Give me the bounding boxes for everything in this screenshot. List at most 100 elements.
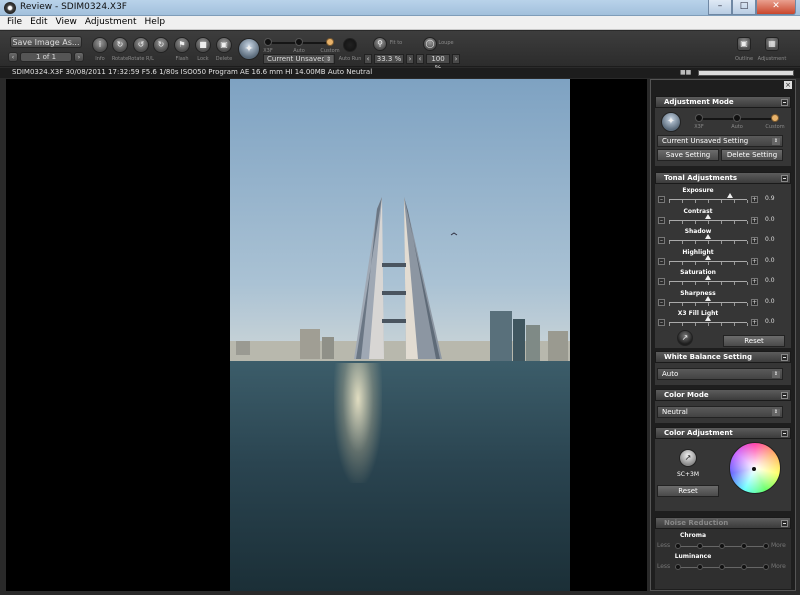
slider-thumb[interactable] [705, 234, 711, 239]
image-info-bar: SDIM0324.X3F 30/08/2011 17:32:59 F5.6 1/… [0, 68, 800, 78]
slider-increment-button[interactable]: + [751, 278, 758, 285]
noise-label: Chroma [679, 532, 707, 539]
collapse-icon[interactable] [781, 392, 788, 399]
mode-custom-dot[interactable] [326, 38, 334, 46]
slider-decrement-button[interactable]: – [658, 298, 665, 306]
slider-increment-button[interactable]: + [751, 237, 758, 244]
slider-tick [721, 241, 722, 244]
panel-mode-x3f-dot[interactable] [695, 114, 703, 122]
slider-thumb[interactable] [705, 316, 711, 321]
slider-thumb[interactable] [705, 254, 711, 260]
next-page-button[interactable]: › [74, 52, 84, 62]
auto-run-icon[interactable] [343, 38, 357, 52]
loupe-zoom-out-button[interactable]: ‹ [416, 54, 424, 64]
noise-slider-stop[interactable] [763, 564, 769, 570]
slider-thumb[interactable] [705, 295, 711, 301]
slider-decrement-button[interactable]: – [658, 257, 665, 265]
color-mode-header[interactable]: Color Mode [655, 389, 791, 401]
slider-increment-button[interactable]: + [751, 196, 758, 203]
adjustment-mode-icon[interactable]: ✦ [661, 112, 681, 132]
save-setting-button[interactable]: Save Setting [657, 149, 719, 161]
adjustment-panel-label: Adjustment [757, 56, 787, 62]
lock-icon[interactable]: ■ [195, 37, 211, 53]
setting-combo[interactable]: Current Unsaved... ⇕ [263, 54, 335, 64]
setting-select[interactable]: Current Unsaved Setting ⇕ [657, 135, 783, 147]
collapse-icon[interactable] [781, 354, 788, 361]
minimize-button[interactable]: – [708, 0, 732, 15]
noise-slider-stop[interactable] [719, 543, 725, 549]
noise-slider-stop[interactable] [763, 543, 769, 549]
slider-tick [669, 282, 670, 285]
zoom-value[interactable]: 33.3 % [374, 54, 404, 64]
adjustment-mode-header[interactable]: Adjustment Mode [655, 96, 791, 108]
panel-mode-auto-dot[interactable] [733, 114, 741, 122]
menu-edit[interactable]: Edit [27, 16, 52, 29]
rotate-right-icon[interactable]: ↻ [153, 37, 169, 53]
slider-decrement-button[interactable]: – [658, 319, 665, 326]
save-image-as-button[interactable]: Save Image As... [10, 36, 82, 48]
color-reset-button[interactable]: Reset [657, 485, 719, 497]
image-canvas[interactable] [6, 79, 647, 591]
zoom-out-button[interactable]: ‹ [364, 54, 372, 64]
slider-thumb[interactable] [705, 213, 711, 219]
collapse-icon[interactable] [781, 430, 788, 437]
color-picker-icon[interactable]: ↗ [679, 449, 697, 467]
slider-tick [721, 282, 722, 285]
zoom-in-button[interactable]: › [406, 54, 414, 64]
panel-close-icon[interactable]: × [784, 81, 792, 89]
menu-help[interactable]: Help [142, 16, 171, 29]
outline-icon[interactable]: ▣ [737, 37, 751, 51]
loupe-zoom-value[interactable]: 100 % [426, 54, 450, 72]
slider-decrement-button[interactable]: – [658, 216, 665, 224]
white-balance-select[interactable]: Auto ⇕ [657, 368, 783, 380]
color-adjustment-header[interactable]: Color Adjustment [655, 427, 791, 439]
slider-increment-button[interactable]: + [751, 298, 758, 306]
noise-slider-stop[interactable] [675, 543, 681, 549]
adjustment-panel-icon[interactable]: ▦ [765, 37, 779, 51]
mode-auto-dot[interactable] [295, 38, 303, 46]
color-mode-select[interactable]: Neutral ⇕ [657, 406, 783, 418]
info-icon[interactable]: i [92, 37, 108, 53]
maximize-button[interactable]: □ [732, 0, 756, 15]
collapse-icon[interactable] [781, 99, 788, 106]
close-window-button[interactable]: ✕ [756, 0, 796, 15]
color-wheel[interactable] [729, 442, 781, 494]
slider-decrement-button[interactable]: – [658, 196, 665, 203]
noise-more-label: More [771, 563, 786, 570]
rotate-icon[interactable]: ↻ [112, 37, 128, 53]
menu-adjustment[interactable]: Adjustment [82, 16, 142, 29]
slider-thumb[interactable] [705, 275, 711, 280]
slider-increment-button[interactable]: + [751, 257, 758, 265]
slider-thumb[interactable] [726, 193, 733, 198]
flash-icon[interactable]: ⚑ [174, 37, 190, 53]
loupe-zoom-in-button[interactable]: › [452, 54, 460, 64]
noise-slider-stop[interactable] [741, 564, 747, 570]
white-balance-header[interactable]: White Balance Setting [655, 351, 791, 363]
tonal-reset-button[interactable]: Reset [723, 335, 785, 347]
menu-file[interactable]: File [4, 16, 27, 29]
collapse-icon[interactable] [781, 175, 788, 182]
prev-page-button[interactable]: ‹ [8, 52, 18, 62]
noise-slider-stop[interactable] [719, 564, 725, 570]
menu-view[interactable]: View [53, 16, 82, 29]
noise-slider-stop[interactable] [697, 543, 703, 549]
delete-icon[interactable]: ▣ [216, 37, 232, 53]
collapse-icon[interactable] [781, 520, 788, 527]
noise-slider-stop[interactable] [675, 564, 681, 570]
mode-x3f-dot[interactable] [264, 38, 272, 46]
slider-increment-button[interactable]: + [751, 319, 758, 326]
rotate-rl-icon[interactable]: ↺ [133, 37, 149, 53]
slider-decrement-button[interactable]: – [658, 237, 665, 244]
app-window: Review - SDIM0324.X3F – □ ✕ File Edit Vi… [0, 0, 800, 595]
slider-decrement-button[interactable]: – [658, 278, 665, 285]
fill-light-picker-icon[interactable]: ↗ [677, 330, 693, 346]
tonal-adjustments-header[interactable]: Tonal Adjustments [655, 172, 791, 184]
noise-reduction-header[interactable]: Noise Reduction [655, 517, 791, 529]
panel-mode-custom-dot[interactable] [771, 114, 779, 122]
slider-increment-button[interactable]: + [751, 216, 758, 224]
noise-slider-stop[interactable] [697, 564, 703, 570]
slider-tick [708, 302, 709, 306]
noise-slider-stop[interactable] [741, 543, 747, 549]
slider-tick [747, 261, 748, 265]
delete-setting-button[interactable]: Delete Setting [721, 149, 783, 161]
